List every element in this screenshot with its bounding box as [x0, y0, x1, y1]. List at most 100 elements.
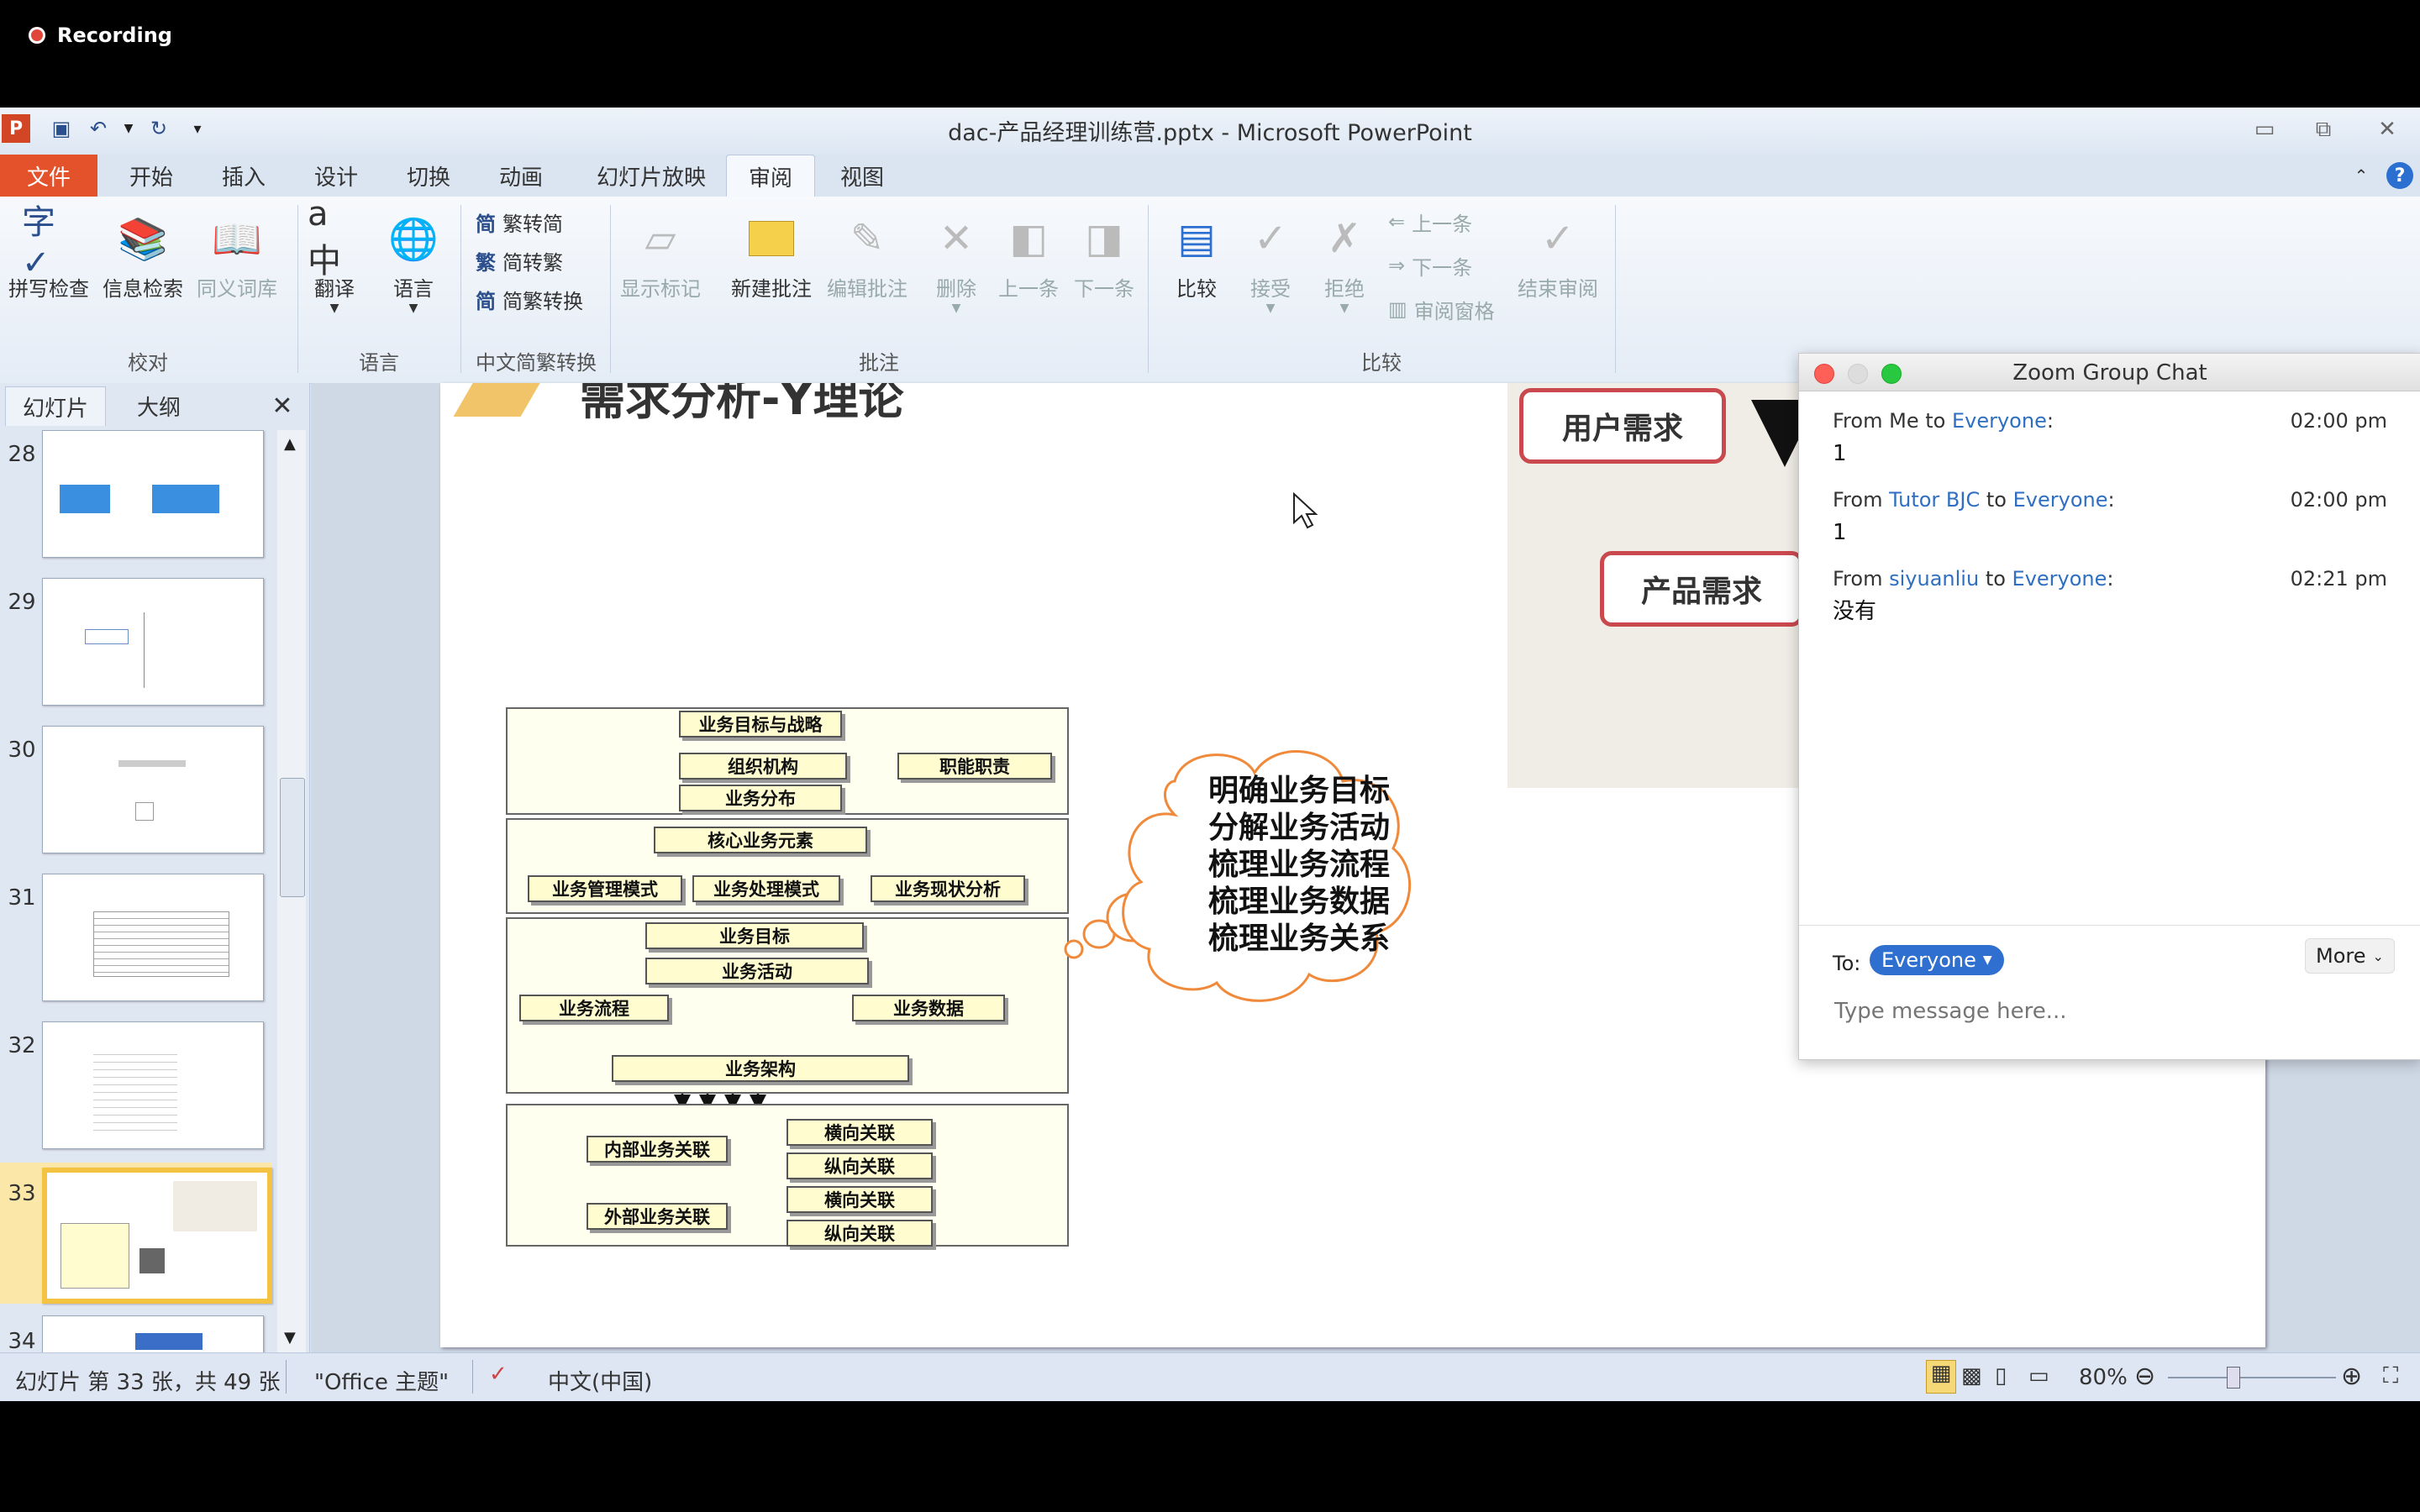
- group-separator: [460, 205, 461, 373]
- show-markup-button[interactable]: ▱ 显示标记: [620, 212, 701, 302]
- recipient-dropdown[interactable]: Everyone ▼: [1870, 945, 2004, 975]
- slide-thumbnail-34[interactable]: [42, 1315, 264, 1352]
- reading-view-icon[interactable]: ▯: [1995, 1363, 2007, 1389]
- slideshow-icon[interactable]: ▭: [2028, 1363, 2049, 1389]
- chat-title: Zoom Group Chat: [2012, 360, 2207, 386]
- tab-view[interactable]: 视图: [820, 155, 904, 197]
- slide-thumbnail-31[interactable]: [42, 874, 264, 1001]
- zoom-out-icon[interactable]: ⊖: [2134, 1362, 2155, 1391]
- zoom-in-icon[interactable]: ⊕: [2341, 1362, 2362, 1391]
- tab-slides[interactable]: 幻灯片: [5, 386, 106, 426]
- slide-thumbnail-29[interactable]: [42, 578, 264, 706]
- thesaurus-icon: 📖: [212, 215, 262, 263]
- spell-check-button[interactable]: 字✓ 拼写检查: [8, 203, 89, 302]
- tab-outline[interactable]: 大纲: [109, 386, 208, 425]
- sender-name[interactable]: siyuanliu: [1889, 567, 1979, 591]
- review-pane-button[interactable]: ▥ 审阅窗格: [1388, 291, 1495, 328]
- zoom-slider-thumb[interactable]: [2227, 1367, 2240, 1389]
- reject-button[interactable]: ✗ 拒绝 ▼: [1318, 212, 1371, 315]
- diagram-box: 纵向关联: [786, 1152, 933, 1179]
- close-button[interactable]: ✕: [2366, 113, 2408, 146]
- tab-design[interactable]: 设计: [294, 155, 378, 197]
- accept-button[interactable]: ✓ 接受 ▼: [1244, 212, 1297, 315]
- y-theory-image: 用户需求 产品需求: [1507, 383, 1827, 788]
- group-separator: [297, 205, 298, 373]
- diagram-box: 业务目标与战略: [679, 711, 842, 738]
- diagram-box: 业务处理模式: [692, 875, 840, 902]
- previous-change-button[interactable]: ⇐ 上一条: [1388, 203, 1472, 240]
- theme-name[interactable]: "Office 主题": [314, 1365, 449, 1396]
- restore-button[interactable]: ⧉: [2302, 113, 2344, 146]
- chinese-convert-button[interactable]: 简 简繁转换: [476, 281, 583, 318]
- slide-sorter-icon[interactable]: ▩: [1961, 1363, 1982, 1389]
- tab-insert[interactable]: 插入: [202, 155, 286, 197]
- scroll-up-icon[interactable]: ▲: [284, 435, 296, 453]
- compare-button[interactable]: ▤ 比较: [1170, 212, 1223, 302]
- close-panel-icon[interactable]: ✕: [266, 386, 299, 425]
- next-change-button[interactable]: ⇒ 下一条: [1388, 247, 1472, 284]
- recording-indicator: Recording: [29, 18, 172, 52]
- previous-comment-button[interactable]: ◧ 上一条: [998, 212, 1059, 302]
- previous-comment-icon: ◧: [1009, 215, 1048, 262]
- normal-view-icon[interactable]: ▦: [1926, 1360, 1956, 1394]
- scroll-thumb[interactable]: [280, 778, 305, 897]
- tab-transitions[interactable]: 切换: [387, 155, 471, 197]
- next-comment-button[interactable]: ◨ 下一条: [1074, 212, 1134, 302]
- new-comment-icon: [744, 212, 798, 265]
- review-pane-icon: ▥: [1388, 297, 1407, 321]
- recipient-name[interactable]: Everyone: [2012, 567, 2107, 591]
- thumbnail-scrollbar[interactable]: ▲ ▼: [277, 430, 306, 1352]
- edit-comment-button[interactable]: ✎ 编辑批注: [827, 212, 908, 302]
- recipient-name[interactable]: Everyone: [2013, 488, 2108, 512]
- more-button[interactable]: More ⌄: [2305, 938, 2395, 974]
- diagram-box: 业务架构: [612, 1055, 909, 1082]
- fit-to-window-icon[interactable]: ⛶: [2383, 1363, 2398, 1389]
- zoom-level[interactable]: 80%: [2079, 1365, 2128, 1390]
- chat-message: From Tutor BJC to Everyone: 02:00 pm 1: [1833, 488, 2387, 545]
- end-review-button[interactable]: ✓ 结束审阅: [1518, 212, 1598, 302]
- scroll-down-icon[interactable]: ▼: [284, 1329, 296, 1347]
- group-label-comments: 批注: [859, 351, 899, 375]
- translate-button[interactable]: a中 翻译 ▼: [308, 195, 361, 315]
- chat-divider: [1799, 925, 2420, 926]
- sender-name[interactable]: Tutor BJC: [1889, 488, 1980, 512]
- new-comment-button[interactable]: 新建批注: [731, 212, 812, 302]
- window-title: dac-产品经理训练营.pptx - Microsoft PowerPoint: [948, 120, 1472, 146]
- sender-name: Me: [1889, 409, 1919, 433]
- slide-thumbnail-30[interactable]: [42, 726, 264, 853]
- diagram-box: 业务活动: [645, 958, 869, 984]
- next-comment-icon: ◨: [1085, 215, 1123, 262]
- to-traditional-button[interactable]: 繁 简转繁: [476, 242, 563, 279]
- minimize-button[interactable]: ▭: [2244, 113, 2286, 146]
- recipient-name[interactable]: Everyone: [1952, 409, 2047, 433]
- delete-comment-button[interactable]: ✕ 删除 ▼: [929, 212, 983, 315]
- message-text: 1: [1833, 441, 1847, 466]
- minimize-ribbon-icon[interactable]: ⌃: [2344, 155, 2378, 197]
- help-icon[interactable]: ?: [2386, 162, 2413, 189]
- to-simplified-button[interactable]: 简 繁转简: [476, 203, 563, 240]
- thesaurus-button[interactable]: 📖 同义词库: [197, 212, 277, 302]
- message-input[interactable]: [1833, 992, 2391, 1031]
- diagram-box: 核心业务元素: [654, 827, 867, 853]
- chat-titlebar: Zoom Group Chat: [1799, 354, 2420, 391]
- user-need-callout: 用户需求: [1519, 388, 1726, 464]
- title-decoration: [453, 383, 545, 417]
- research-button[interactable]: 📚 信息检索: [103, 212, 183, 302]
- language-status[interactable]: 中文(中国): [548, 1365, 652, 1396]
- tab-file[interactable]: 文件: [0, 155, 97, 197]
- tab-home[interactable]: 开始: [109, 155, 193, 197]
- record-icon: [29, 27, 45, 44]
- tab-review[interactable]: 审阅: [726, 155, 815, 197]
- slide-thumbnail-33[interactable]: [42, 1168, 272, 1304]
- slide-thumbnail-32[interactable]: [42, 1021, 264, 1149]
- tab-slideshow[interactable]: 幻灯片放映: [580, 155, 723, 197]
- tab-animations[interactable]: 动画: [479, 155, 563, 197]
- proofing-icon[interactable]: ✓: [489, 1362, 508, 1387]
- research-icon: 📚: [118, 215, 168, 263]
- zoom-slider[interactable]: [2168, 1377, 2336, 1378]
- slide-thumbnail-28[interactable]: [42, 430, 264, 558]
- zoom-chat-window: Zoom Group Chat From Me to Everyone: 02:0…: [1798, 353, 2420, 1060]
- language-button[interactable]: 🌐 语言 ▼: [387, 212, 440, 316]
- reject-icon: ✗: [1327, 215, 1362, 262]
- show-markup-icon: ▱: [644, 215, 676, 262]
